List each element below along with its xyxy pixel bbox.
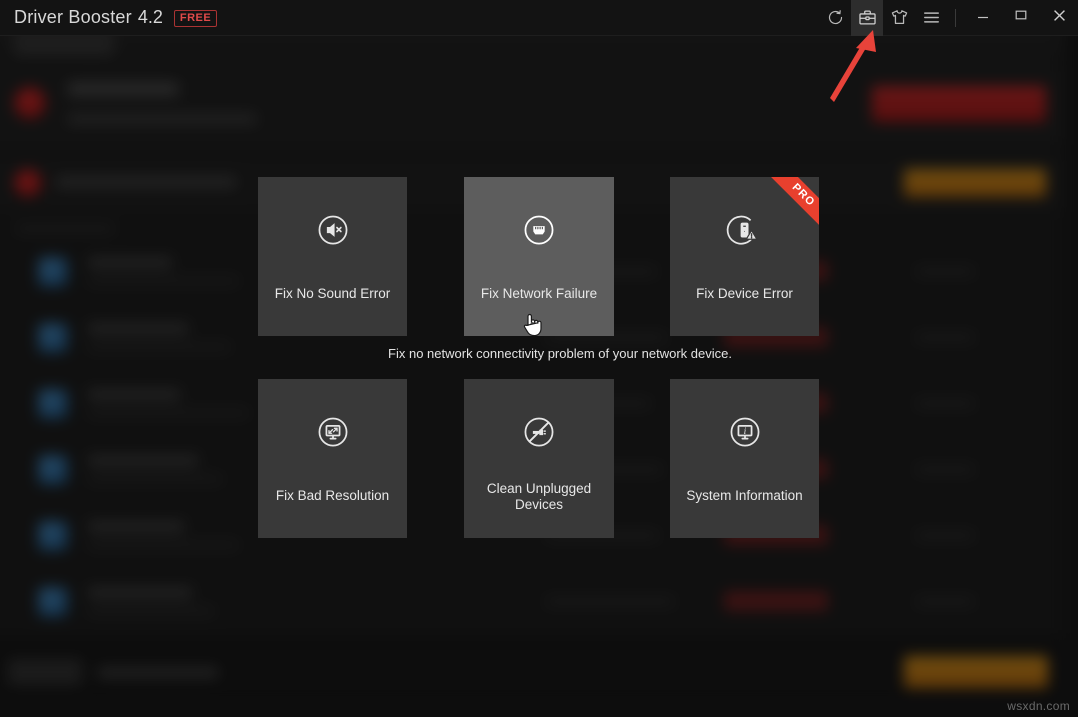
tool-card-label: Fix Device Error xyxy=(688,286,801,302)
skin-icon xyxy=(890,8,909,27)
close-icon xyxy=(1052,8,1067,28)
rescan-icon xyxy=(827,9,844,26)
menu-icon xyxy=(922,8,941,27)
free-badge: FREE xyxy=(174,10,217,27)
minimize-icon xyxy=(976,8,990,27)
grid-gap xyxy=(407,379,464,538)
usb-device-warning-icon xyxy=(723,208,767,252)
grid-gap xyxy=(407,177,464,336)
skin-button[interactable] xyxy=(883,0,915,36)
tool-card-label: Fix Network Failure xyxy=(473,286,605,302)
tool-card-label: Fix No Sound Error xyxy=(267,286,399,302)
annotation-arrow xyxy=(826,26,886,106)
ethernet-port-icon xyxy=(517,208,561,252)
close-button[interactable] xyxy=(1040,0,1078,36)
tool-card-label: Fix Bad Resolution xyxy=(268,488,397,504)
tool-card-fix-no-sound-error[interactable]: Fix No Sound Error xyxy=(258,177,407,336)
menu-button[interactable] xyxy=(915,0,947,36)
tool-card-fix-bad-resolution[interactable]: Fix Bad Resolution xyxy=(258,379,407,538)
pro-badge: PRO xyxy=(766,177,819,233)
grid-gap xyxy=(614,379,670,538)
tool-card-label: Clean Unplugged Devices xyxy=(464,481,614,513)
mouse-cursor-pointer xyxy=(521,310,545,340)
tool-tooltip: Fix no network connectivity problem of y… xyxy=(380,345,740,363)
tool-card-fix-device-error[interactable]: PRO Fix Device Error xyxy=(670,177,819,336)
app-title: Driver Booster xyxy=(14,7,132,28)
app-version: 4.2 xyxy=(138,7,163,28)
minimize-button[interactable] xyxy=(964,0,1002,36)
svg-text:i: i xyxy=(743,426,746,437)
speaker-mute-icon xyxy=(311,208,355,252)
grid-gap xyxy=(614,177,670,336)
monitor-resize-icon xyxy=(311,410,355,454)
toolbox-icon xyxy=(858,8,877,27)
tool-card-label: System Information xyxy=(678,488,810,504)
maximize-icon xyxy=(1014,8,1028,27)
app-brand: Driver Booster 4.2 FREE xyxy=(0,7,217,29)
driver-booster-window: Driver Booster 4.2 FREE xyxy=(0,0,1078,717)
maximize-button[interactable] xyxy=(1002,0,1040,36)
plug-disabled-icon xyxy=(517,410,561,454)
title-bar: Driver Booster 4.2 FREE xyxy=(0,0,1078,36)
tool-card-clean-unplugged-devices[interactable]: Clean Unplugged Devices xyxy=(464,379,614,538)
titlebar-divider xyxy=(955,9,956,27)
watermark: wsxdn.com xyxy=(1007,699,1070,713)
tools-row-2: Fix Bad Resolution Clean Unplugged Devic… xyxy=(258,379,822,538)
monitor-info-icon: i xyxy=(723,410,767,454)
tool-card-system-information[interactable]: i System Information xyxy=(670,379,819,538)
